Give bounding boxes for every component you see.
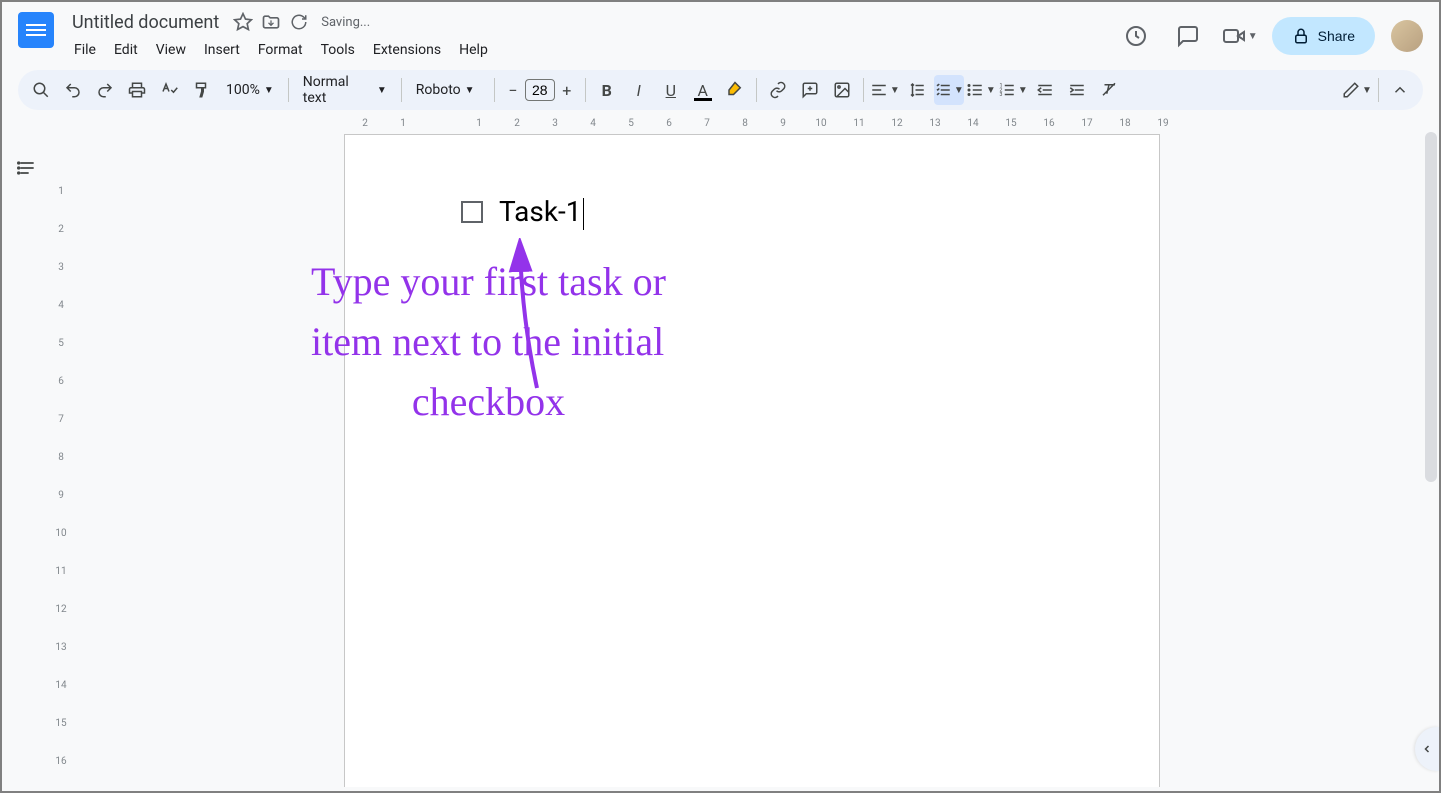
menu-format[interactable]: Format [250,38,311,62]
zoom-select[interactable]: 100%▼ [218,82,282,98]
user-avatar[interactable] [1391,20,1423,52]
highlight-button[interactable] [720,75,750,105]
clear-format-icon[interactable] [1094,75,1124,105]
star-icon[interactable] [233,12,253,32]
italic-button[interactable]: I [624,75,654,105]
line-spacing-icon[interactable] [902,75,932,105]
scrollbar[interactable] [1425,132,1437,482]
task-text[interactable]: Task-1 [499,195,584,230]
outline-icon[interactable] [17,158,37,787]
undo-icon[interactable] [58,75,88,105]
font-size-input[interactable] [525,79,555,101]
redo-icon[interactable] [90,75,120,105]
align-button[interactable]: ▼ [870,75,900,105]
menu-edit[interactable]: Edit [106,38,146,62]
add-comment-icon[interactable] [795,75,825,105]
bulleted-list-button[interactable]: ▼ [966,75,996,105]
comments-icon[interactable] [1168,16,1208,56]
toolbar: 100%▼ Normal text▼ Roboto▼ − + B I U A ▼… [18,70,1423,110]
editing-mode-button[interactable]: ▼ [1342,75,1372,105]
numbered-list-button[interactable]: 123▼ [998,75,1028,105]
indent-increase-icon[interactable] [1062,75,1092,105]
menu-insert[interactable]: Insert [196,38,248,62]
menu-bar: File Edit View Insert Format Tools Exten… [66,38,1116,62]
spellcheck-icon[interactable] [154,75,184,105]
saving-status: Saving... [321,15,370,30]
document-title[interactable]: Untitled document [66,10,225,35]
vertical-ruler[interactable]: 12345678910111213141516 [52,134,70,787]
share-label: Share [1318,28,1355,44]
menu-view[interactable]: View [148,38,194,62]
menu-tools[interactable]: Tools [313,38,363,62]
underline-button[interactable]: U [656,75,686,105]
font-select[interactable]: Roboto▼ [408,82,488,98]
share-button[interactable]: Share [1272,17,1375,55]
indent-decrease-icon[interactable] [1030,75,1060,105]
document-page[interactable]: Task-1 [344,134,1160,787]
meet-icon[interactable]: ▼ [1220,16,1260,56]
history-icon[interactable] [1116,16,1156,56]
font-decrease-button[interactable]: − [501,78,525,102]
collapse-toolbar-icon[interactable] [1385,75,1415,105]
menu-file[interactable]: File [66,38,104,62]
font-increase-button[interactable]: + [555,78,579,102]
paint-format-icon[interactable] [186,75,216,105]
search-icon[interactable] [26,75,56,105]
menu-extensions[interactable]: Extensions [365,38,449,62]
svg-text:3: 3 [999,92,1002,98]
move-icon[interactable] [261,12,281,32]
text-color-button[interactable]: A [688,75,718,105]
insert-image-icon[interactable] [827,75,857,105]
checkbox-icon[interactable] [461,201,483,223]
docs-logo[interactable] [18,12,54,48]
menu-help[interactable]: Help [451,38,496,62]
cloud-status-icon[interactable] [289,12,309,32]
horizontal-ruler[interactable]: 2112345678910111213141516171819 [52,118,1439,134]
print-icon[interactable] [122,75,152,105]
bold-button[interactable]: B [592,75,622,105]
link-icon[interactable] [763,75,793,105]
checklist-item[interactable]: Task-1 [461,195,1063,230]
style-select[interactable]: Normal text▼ [295,74,395,106]
checklist-button[interactable]: ▼ [934,75,964,105]
